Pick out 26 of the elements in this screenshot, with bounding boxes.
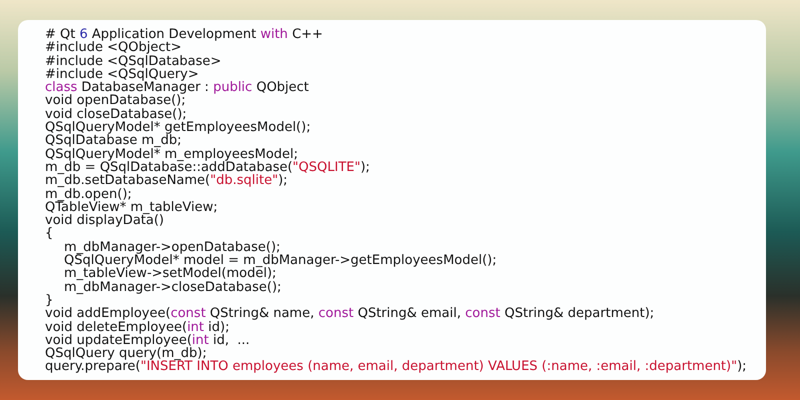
- code-line: m_tableView->setModel(model);: [64, 267, 276, 281]
- code-line: QSqlQueryModel* m_employeesModel;: [45, 148, 298, 161]
- code-line: m_dbManager->closeDatabase();: [64, 280, 282, 294]
- code-line: QSqlQuery query(m_db);: [45, 347, 207, 360]
- code-line: class DatabaseManager : public QObject: [45, 81, 309, 94]
- code-line: # Qt 6 Application Development with C++: [45, 28, 323, 42]
- code-line: #include <QObject>: [45, 41, 182, 55]
- code-line: void addEmployee(const QString& name, const QString& email, const QString& department);: [45, 307, 654, 321]
- code-line: #include <QSqlDatabase>: [45, 54, 222, 68]
- code-line: void closeDatabase();: [45, 108, 187, 122]
- code-line: m_db = QSqlDatabase::addDatabase("QSQLITE");: [45, 160, 370, 174]
- code-line: QSqlDatabase m_db;: [45, 134, 182, 148]
- code-line: void updateEmployee(int id, ...: [45, 334, 250, 348]
- code-line: QTableView* m_tableView;: [45, 200, 218, 214]
- code-line: void deleteEmployee(int id);: [45, 320, 230, 334]
- code-line: m_dbManager->openDatabase();: [64, 240, 280, 254]
- code-line: #include <QSqlQuery>: [45, 68, 199, 82]
- code-line: m_db.setDatabaseName("db.sqlite");: [45, 174, 288, 188]
- code-line: m_db.open();: [45, 188, 132, 201]
- code-line: void openDatabase();: [45, 94, 186, 108]
- code-line: query.prepare("INSERT INTO employees (name, email, department) VALUES (:name, :email, :department)");: [45, 360, 747, 374]
- code-line: {: [45, 227, 54, 241]
- code-line: void displayData(): [45, 214, 164, 228]
- code-line: QSqlQueryModel* model = m_dbManager->getEmployeesModel();: [64, 254, 497, 268]
- code-line: QSqlQueryModel* getEmployeesModel();: [45, 121, 311, 134]
- code-line: }: [45, 294, 54, 308]
